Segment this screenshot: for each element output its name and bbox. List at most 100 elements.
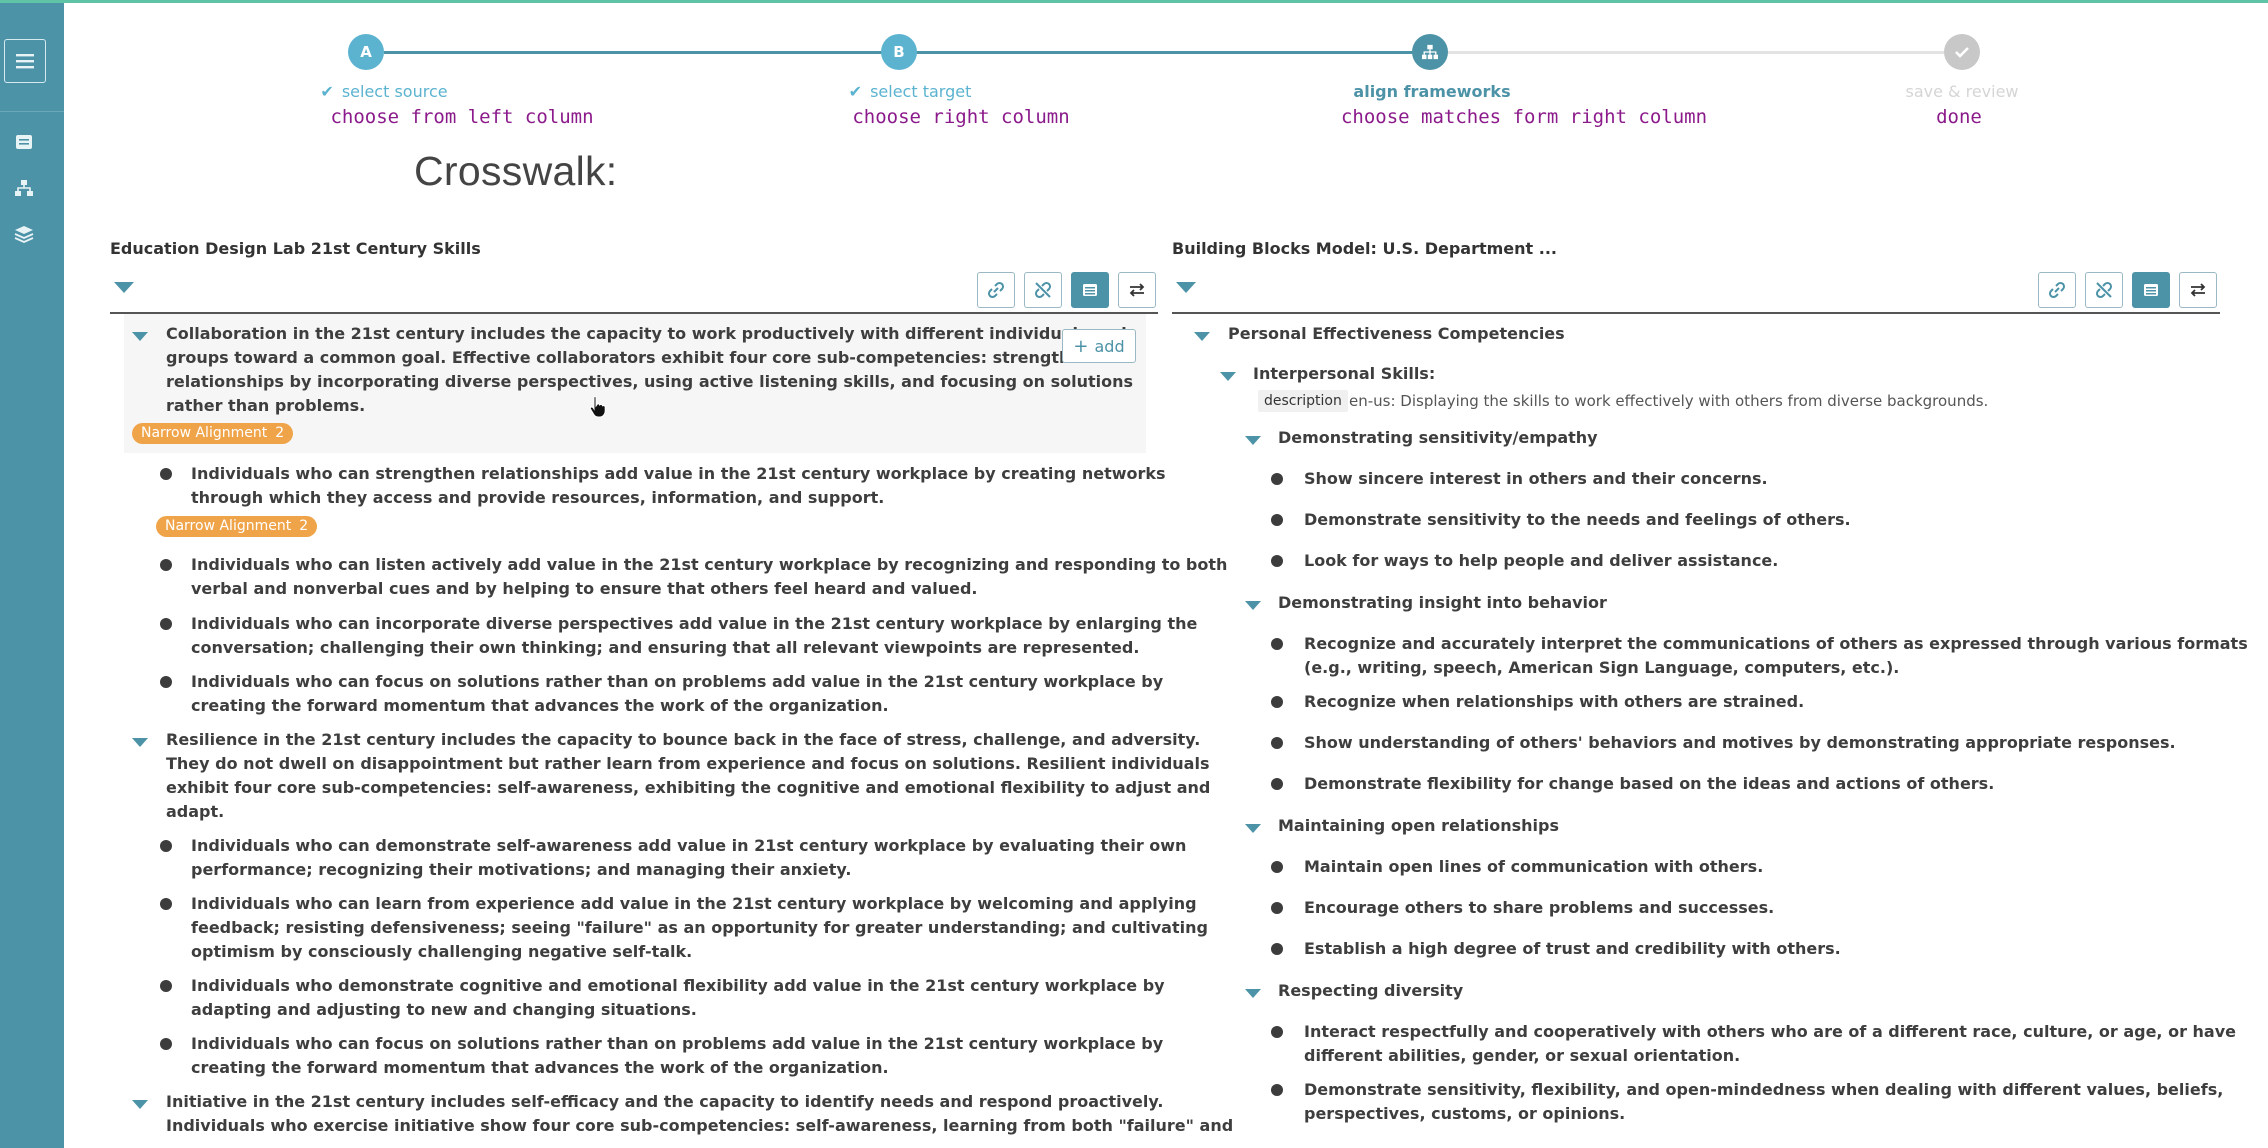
right-leaf-node[interactable]: Demonstrate sensitivity, flexibility, an… bbox=[1304, 1078, 2223, 1126]
text-line: conversation; challenging their own thin… bbox=[191, 638, 1140, 657]
left-framework-title: Education Design Lab 21st Century Skills bbox=[110, 239, 481, 258]
left-child-node[interactable]: Individuals who can demonstrate self-awa… bbox=[191, 834, 1186, 882]
step-b-label[interactable]: ✔ select target bbox=[849, 82, 972, 101]
text-line: groups toward a common goal. Effective c… bbox=[166, 348, 1093, 367]
step-a-label[interactable]: ✔ select source bbox=[320, 82, 447, 101]
left-parent-node[interactable]: Collaboration in the 21st century includ… bbox=[166, 322, 1133, 418]
left-parent-node[interactable]: Resilience in the 21st century includes … bbox=[166, 728, 1210, 824]
layers-icon[interactable] bbox=[14, 225, 34, 243]
right-leaf-node[interactable]: Demonstrate flexibility for change based… bbox=[1304, 772, 1994, 796]
right-leaf-node[interactable]: Establish a high degree of trust and cre… bbox=[1304, 937, 1841, 961]
left-child-node[interactable]: Individuals who can strengthen relations… bbox=[191, 462, 1166, 510]
right-leaf-node[interactable]: Interact respectfully and cooperatively … bbox=[1304, 1020, 2236, 1068]
tree-toggle-caret[interactable] bbox=[1245, 601, 1261, 610]
step-save-label[interactable]: save & review bbox=[1905, 82, 2018, 101]
alignment-badge[interactable]: Narrow Alignment 2 bbox=[132, 423, 294, 444]
bullet-icon bbox=[1271, 473, 1283, 485]
bullet-icon bbox=[1271, 555, 1283, 567]
text-line: adapt. bbox=[166, 802, 225, 821]
right-framework-title: Building Blocks Model: U.S. Department .… bbox=[1172, 239, 1557, 258]
add-alignment-button[interactable]: + add bbox=[1062, 329, 1136, 363]
list-view-icon bbox=[2144, 284, 2158, 296]
description-tag: description bbox=[1258, 390, 1348, 412]
left-child-node[interactable]: Individuals who can learn from experienc… bbox=[191, 892, 1208, 964]
swap-arrows-icon bbox=[2190, 283, 2206, 297]
tree-toggle-caret[interactable] bbox=[1245, 989, 1261, 998]
text-line: Individuals who can focus on solutions r… bbox=[191, 1034, 1164, 1053]
text-line: Individuals who demonstrate cognitive an… bbox=[191, 976, 1165, 995]
right-section-node[interactable]: Maintaining open relationships bbox=[1278, 814, 1559, 838]
text-line: Resilience in the 21st century includes … bbox=[166, 730, 1201, 749]
tree-toggle-caret[interactable] bbox=[1245, 436, 1261, 445]
list-view-button[interactable] bbox=[2132, 272, 2170, 308]
plus-icon: + bbox=[1073, 335, 1089, 357]
text-line: Interact respectfully and cooperatively … bbox=[1304, 1022, 2236, 1041]
step-align-label[interactable]: align frameworks bbox=[1353, 82, 1510, 101]
step-a-instruction: choose from left column bbox=[330, 106, 594, 128]
step-save-circle[interactable] bbox=[1944, 34, 1980, 70]
bullet-icon bbox=[1271, 861, 1283, 873]
right-collapse-caret[interactable] bbox=[1176, 282, 1196, 293]
right-leaf-node[interactable]: Look for ways to help people and deliver… bbox=[1304, 549, 1778, 573]
text-line: creating the forward momentum that advan… bbox=[191, 1058, 889, 1077]
tree-toggle-caret[interactable] bbox=[132, 738, 148, 747]
tree-toggle-caret[interactable] bbox=[1194, 332, 1210, 341]
left-child-node[interactable]: Individuals who can incorporate diverse … bbox=[191, 612, 1197, 660]
right-root-node[interactable]: Personal Effectiveness Competencies bbox=[1228, 322, 1565, 346]
tree-toggle-caret[interactable] bbox=[132, 332, 148, 341]
workflow-stepper: A B ✔ select source ✔ select target align … bbox=[64, 0, 2268, 140]
hierarchy-icon[interactable] bbox=[14, 179, 34, 197]
tree-toggle-caret[interactable] bbox=[1220, 372, 1236, 381]
list-view-button[interactable] bbox=[1071, 272, 1109, 308]
right-leaf-node[interactable]: Show understanding of others' behaviors … bbox=[1304, 731, 2176, 755]
text-line: different abilities, gender, or sexual o… bbox=[1304, 1046, 1741, 1065]
step-letter: B bbox=[893, 43, 905, 61]
unlink-button[interactable] bbox=[2085, 272, 2123, 308]
swap-button[interactable] bbox=[2179, 272, 2217, 308]
right-leaf-node[interactable]: Recognize when relationships with others… bbox=[1304, 690, 1804, 714]
swap-arrows-icon bbox=[1129, 283, 1145, 297]
unlink-button[interactable] bbox=[1024, 272, 1062, 308]
right-column-rule bbox=[1172, 312, 2220, 314]
right-leaf-node[interactable]: Demonstrate sensitivity to the needs and… bbox=[1304, 508, 1851, 532]
bullet-icon bbox=[160, 1038, 172, 1050]
right-leaf-node[interactable]: Recognize and accurately interpret the c… bbox=[1304, 632, 2248, 680]
tree-toggle-caret[interactable] bbox=[1245, 824, 1261, 833]
left-child-node[interactable]: Individuals who can focus on solutions r… bbox=[191, 1032, 1163, 1080]
left-child-node[interactable]: Individuals who can focus on solutions r… bbox=[191, 670, 1163, 718]
text-line: They do not dwell on disappointment but … bbox=[166, 754, 1210, 773]
right-section-node[interactable]: Demonstrating insight into behavior bbox=[1278, 591, 1607, 615]
swap-button[interactable] bbox=[1118, 272, 1156, 308]
text-line: Show understanding of others' behaviors … bbox=[1304, 733, 2176, 752]
badge-label: Narrow Alignment bbox=[141, 425, 268, 441]
right-leaf-node[interactable]: Maintain open lines of communication wit… bbox=[1304, 855, 1763, 879]
text-line: rather than problems. bbox=[166, 396, 366, 415]
text-line: optimism by consciously challenging nega… bbox=[191, 942, 693, 961]
step-a-circle[interactable]: A bbox=[348, 34, 384, 70]
right-group-node[interactable]: Interpersonal Skills: bbox=[1253, 362, 1435, 386]
left-child-node[interactable]: Individuals who demonstrate cognitive an… bbox=[191, 974, 1165, 1022]
bullet-icon bbox=[1271, 514, 1283, 526]
menu-toggle-button[interactable] bbox=[4, 39, 46, 83]
tree-toggle-caret[interactable] bbox=[132, 1100, 148, 1109]
step-label-text: select target bbox=[870, 82, 972, 101]
bullet-icon bbox=[160, 840, 172, 852]
right-section-node[interactable]: Respecting diversity bbox=[1278, 979, 1463, 1003]
step-b-circle[interactable]: B bbox=[881, 34, 917, 70]
right-leaf-node[interactable]: Show sincere interest in others and thei… bbox=[1304, 467, 1768, 491]
left-collapse-caret[interactable] bbox=[114, 282, 134, 293]
link-button[interactable] bbox=[2038, 272, 2076, 308]
list-icon[interactable] bbox=[14, 133, 34, 151]
left-child-node[interactable]: Individuals who can listen actively add … bbox=[191, 553, 1227, 601]
bullet-icon bbox=[160, 618, 172, 630]
step-align-circle[interactable] bbox=[1412, 34, 1448, 70]
right-leaf-node[interactable]: Encourage others to share problems and s… bbox=[1304, 896, 1774, 920]
alignment-badge[interactable]: Narrow Alignment 2 bbox=[156, 516, 318, 537]
badge-label: Narrow Alignment bbox=[165, 518, 292, 534]
badge-count: 2 bbox=[299, 518, 309, 534]
link-button[interactable] bbox=[977, 272, 1015, 308]
left-parent-node[interactable]: Initiative in the 21st century includes … bbox=[166, 1090, 1233, 1138]
step-connector bbox=[384, 51, 905, 54]
bullet-icon bbox=[160, 468, 172, 480]
right-section-node[interactable]: Demonstrating sensitivity/empathy bbox=[1278, 426, 1598, 450]
